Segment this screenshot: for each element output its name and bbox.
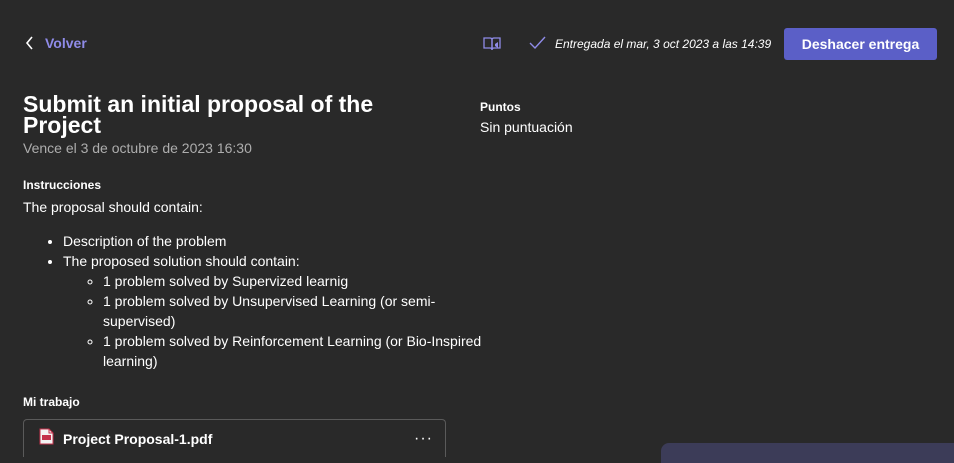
more-horizontal-icon[interactable]: ··· [414,430,433,448]
instructions-list: Description of the problem The proposed … [23,231,493,371]
page-title: Submit an initial proposal of the Projec… [23,91,374,138]
back-link[interactable]: Volver [25,35,87,51]
chevron-left-icon [25,36,35,50]
status-text: Entregada el mar, 3 oct 2023 a las 14:39 [555,37,772,51]
points-label: Puntos [480,100,521,114]
sub-list: 1 problem solved by Supervized learnig 1… [63,271,493,371]
pdf-file-icon [39,428,54,450]
file-name: Project Proposal-1.pdf [63,430,213,447]
bottom-panel [661,443,954,463]
list-item: Description of the problem [63,231,493,251]
attached-file[interactable]: Project Proposal-1.pdf ··· [23,419,446,457]
list-item-text: The proposed solution should contain: [63,253,300,269]
sub-list-item: 1 problem solved by Supervized learnig [103,271,493,291]
points-value: Sin puntuación [480,119,573,135]
checkmark-icon [529,36,546,52]
instructions-intro: The proposal should contain: [23,199,203,215]
sub-list-item: 1 problem solved by Unsupervised Learnin… [103,291,493,331]
due-date: Vence el 3 de octubre de 2023 16:30 [23,140,252,156]
undo-submission-button[interactable]: Deshacer entrega [784,28,937,60]
back-label: Volver [45,35,87,51]
my-work-heading: Mi trabajo [23,395,80,409]
submission-status: Entregada el mar, 3 oct 2023 a las 14:39 [529,36,771,52]
immersive-reader-icon[interactable] [483,36,501,57]
list-item: The proposed solution should contain: 1 … [63,251,493,371]
sub-list-item: 1 problem solved by Reinforcement Learni… [103,331,493,371]
instructions-heading: Instrucciones [23,178,102,192]
